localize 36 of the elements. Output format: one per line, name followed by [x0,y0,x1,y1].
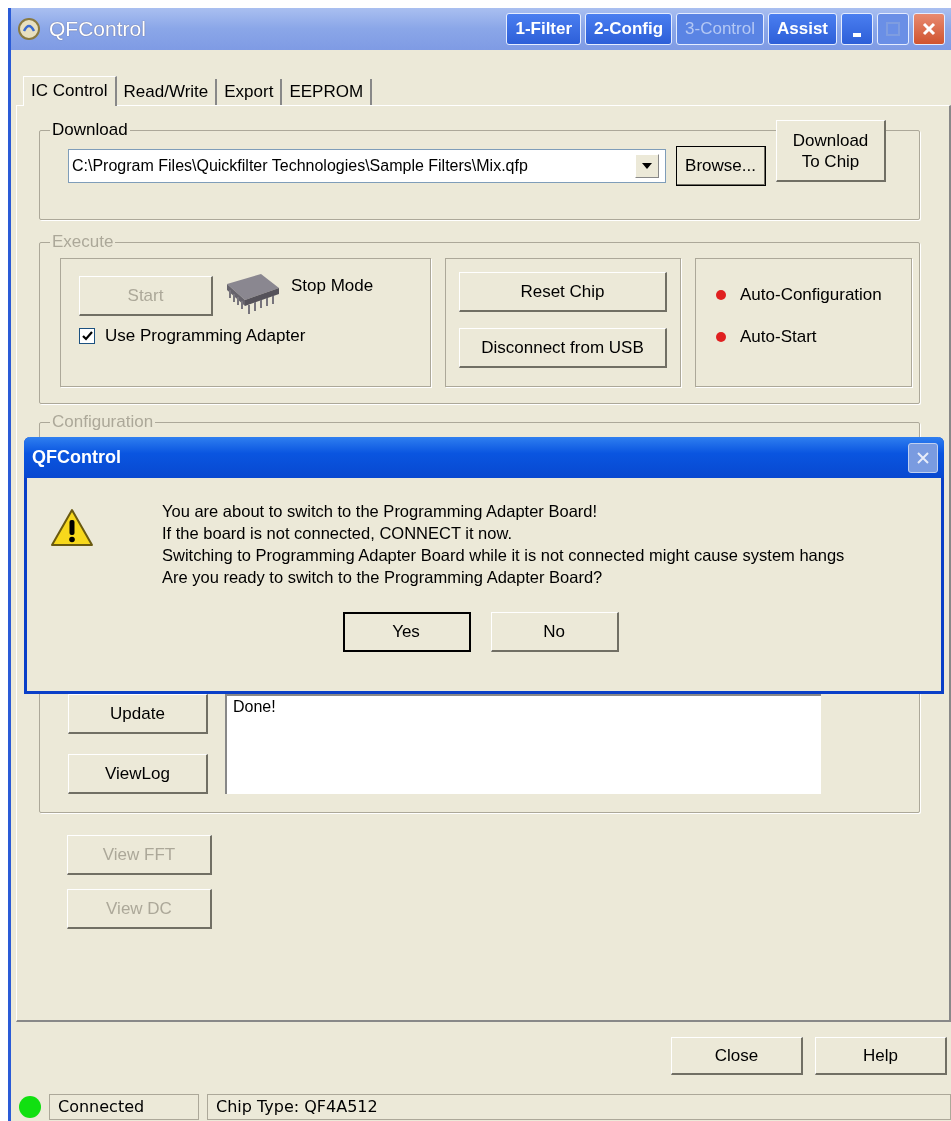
warning-icon [50,508,94,548]
minimize-button[interactable] [841,13,873,45]
mode-label: Stop Mode [291,276,374,296]
group-legend: Download [50,120,130,140]
minimize-icon [853,33,861,37]
browse-button[interactable]: Browse... [676,146,766,186]
dropdown-arrow-icon [642,163,652,169]
group-legend: Configuration [50,412,156,432]
file-path-dropdown[interactable]: C:\Program Files\Quickfilter Technologies\Sample Filters\Mix.qfp [68,149,666,183]
dialog-message: Are you ready to switch to the Programming Adapter Board? [162,567,604,588]
dialog-button[interactable]: No [490,612,619,652]
dialog-title: QFControl [32,447,121,468]
status-pane: Chip Type: QF4A512 [207,1093,951,1120]
nav-button[interactable]: 1-Filter [506,13,582,45]
close-icon [916,450,930,465]
app-icon [17,17,41,41]
group-legend: Execute [50,232,116,252]
dialog-button[interactable]: Yes [342,612,471,652]
dialog-message: Switching to Programming Adapter Board while it is not connected might cause system hangs [162,545,845,566]
close-icon [921,21,937,37]
dialog-message: If the board is not connected, CONNECT it now. [162,523,514,544]
window-title: QFControl [49,17,146,41]
indicator-label: Auto-Configuration [740,285,882,305]
status-pane: Connected [49,1093,199,1120]
footer-button[interactable]: Help [815,1037,947,1075]
indicator-label: Auto-Start [740,327,817,347]
download-to-chip-button[interactable]: Download To Chip [776,120,886,182]
close-button[interactable] [908,442,938,473]
nav-button[interactable]: Assist [767,13,837,45]
footer-button[interactable]: Close [671,1037,803,1075]
close-button[interactable] [913,13,945,45]
checkbox-label: Use Programming Adapter [105,326,306,346]
dialog-message: You are about to switch to the Programming Adapter Board! [162,501,599,522]
maximize-button[interactable] [877,13,909,45]
tab[interactable]: IC Control [23,76,117,106]
nav-button[interactable]: 2-Config [585,13,673,45]
